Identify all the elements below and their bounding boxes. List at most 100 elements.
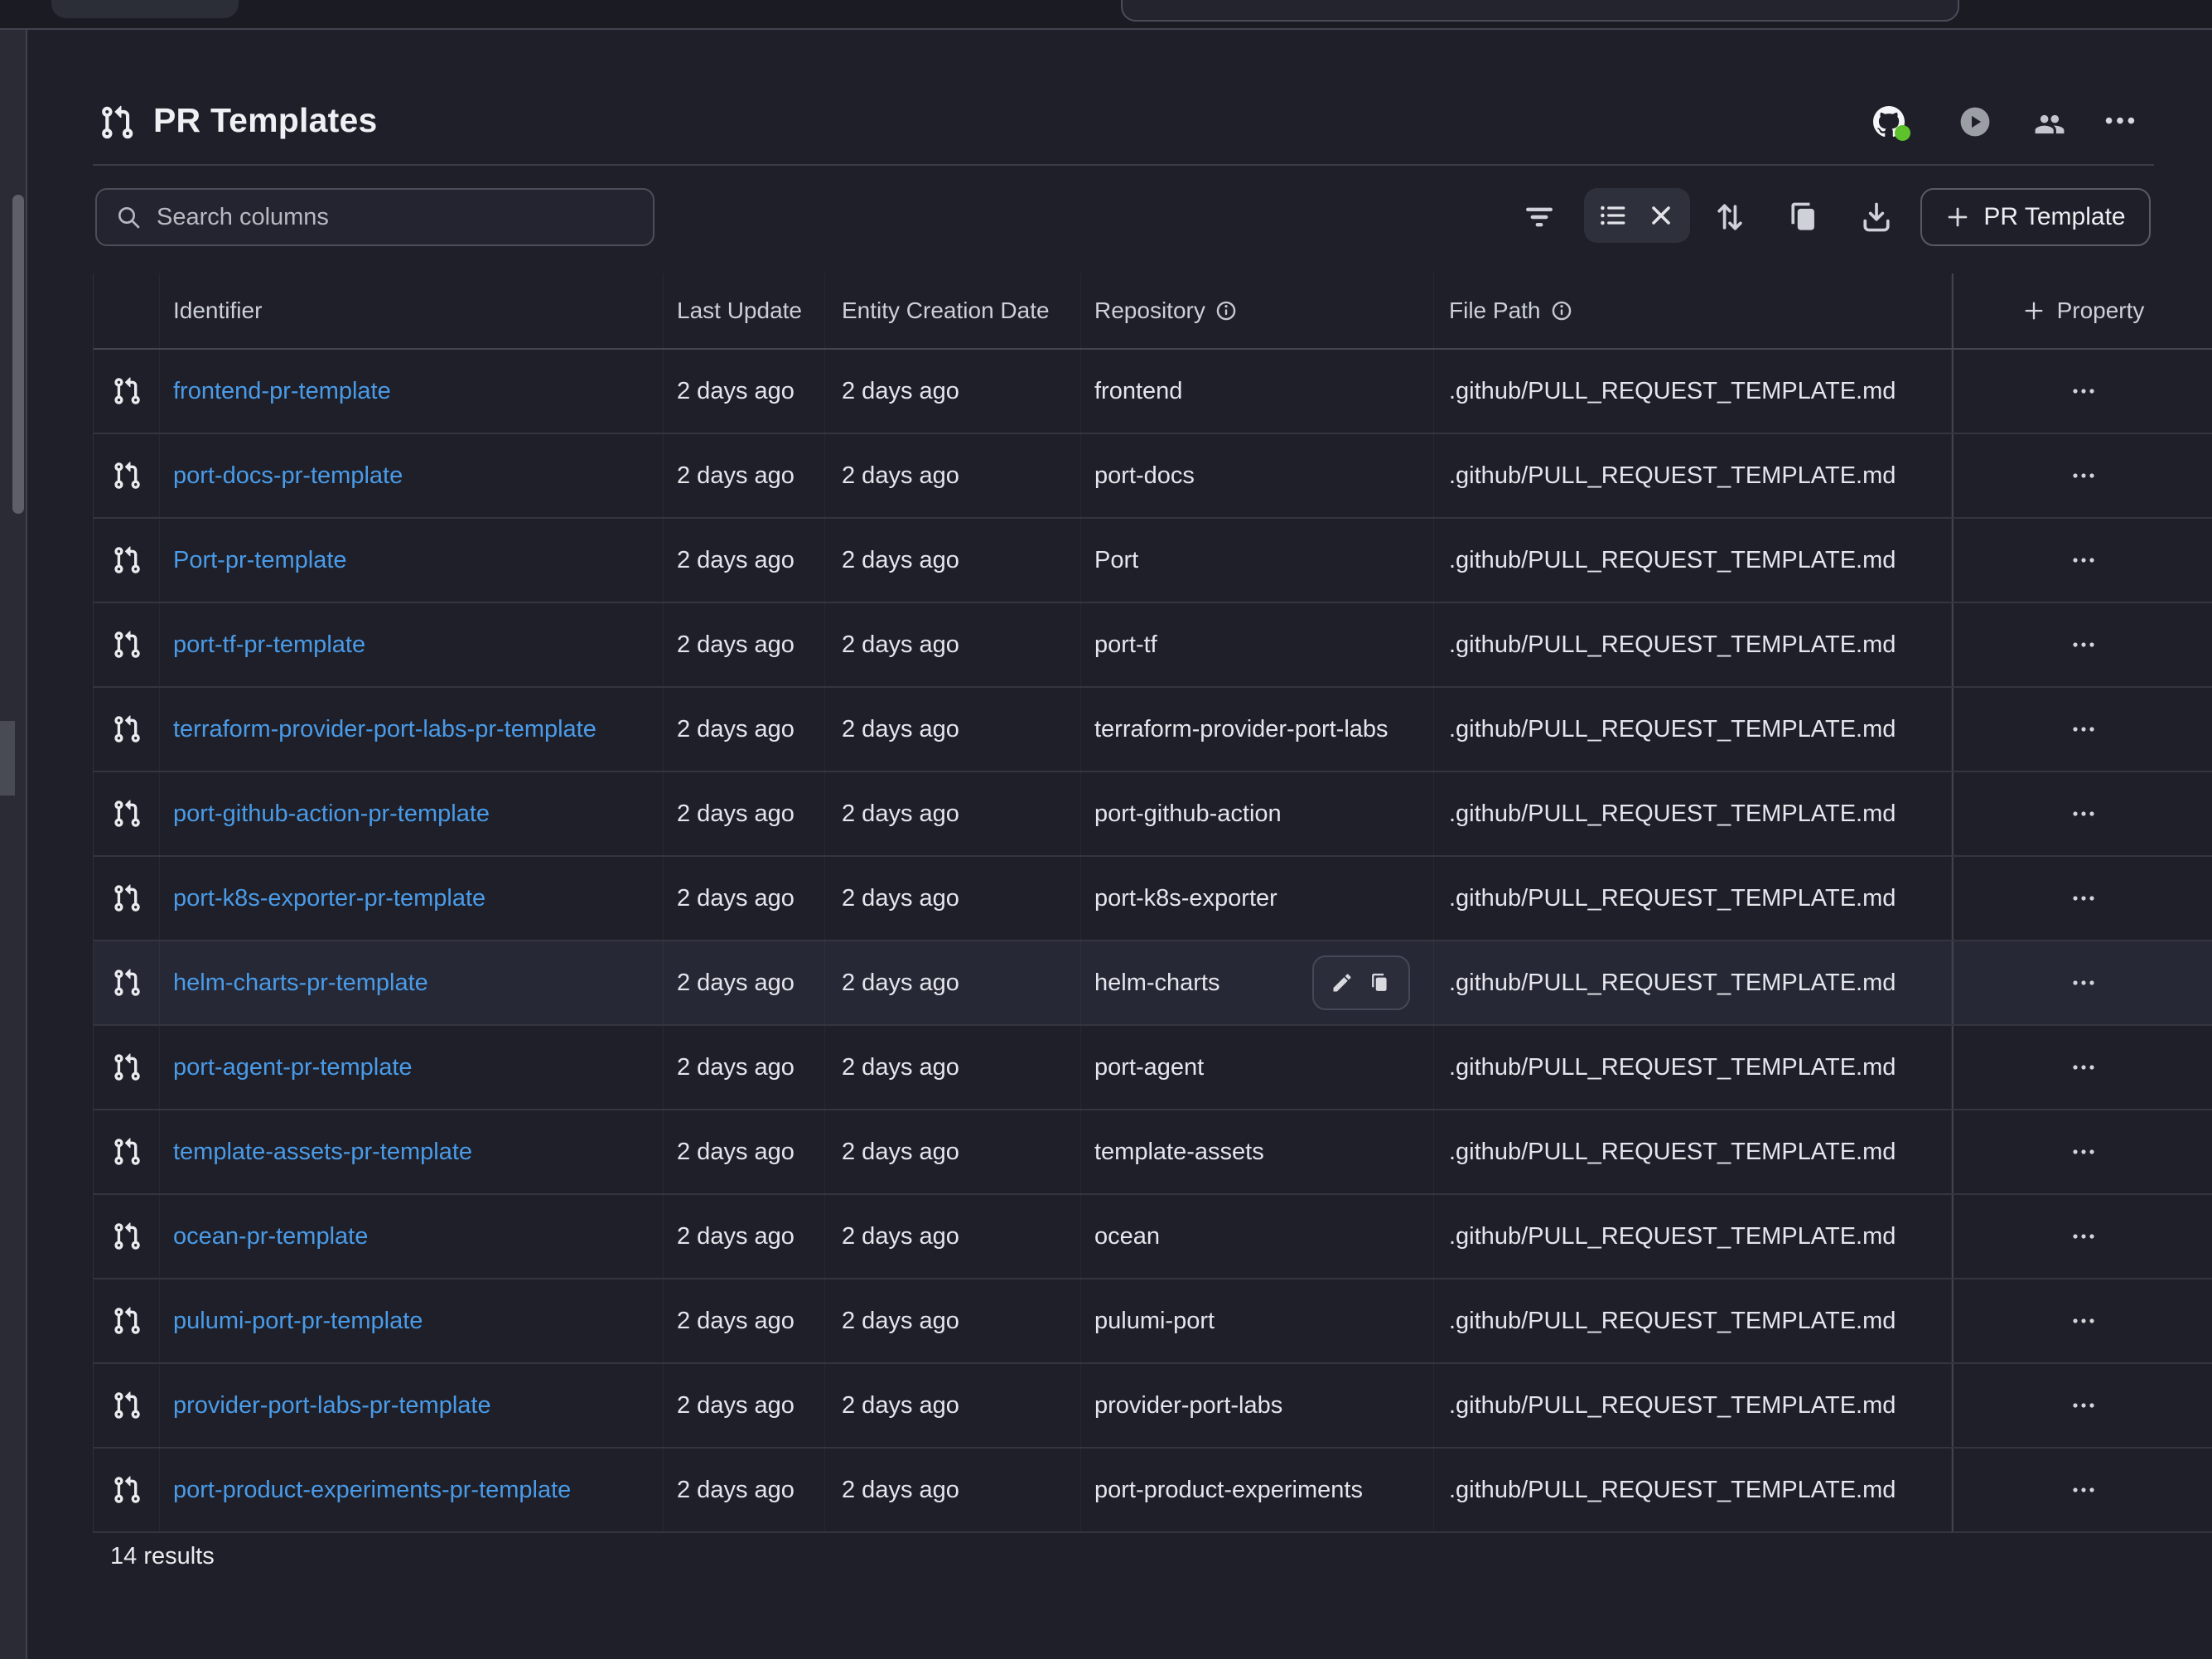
- row-hover-actions: [1312, 955, 1410, 1010]
- copy-icon[interactable]: [1369, 971, 1392, 994]
- sort-icon[interactable]: [1712, 199, 1748, 235]
- entity-creation-date-cell: 2 days ago: [825, 688, 1081, 771]
- top-bar: [0, 0, 2212, 30]
- pr-templates-table: Identifier Last Update Entity Creation D…: [93, 273, 2212, 1533]
- clear-group-by-icon[interactable]: [1646, 201, 1676, 230]
- identifier-link[interactable]: port-agent-pr-template: [173, 1054, 413, 1081]
- info-icon[interactable]: [1551, 300, 1572, 322]
- row-actions-icon[interactable]: [2070, 462, 2098, 490]
- pr-templates-panel: PR Templates PR Template: [27, 28, 2212, 1659]
- pull-request-icon: [112, 1306, 142, 1336]
- table-row[interactable]: port-k8s-exporter-pr-template 2 days ago…: [94, 857, 2212, 941]
- table-row[interactable]: ocean-pr-template 2 days ago 2 days ago …: [94, 1195, 2212, 1279]
- add-property-button[interactable]: Property: [1952, 273, 2212, 348]
- row-actions-icon[interactable]: [2070, 377, 2098, 405]
- last-update-cell: 2 days ago: [664, 350, 825, 433]
- pull-request-icon: [112, 1052, 142, 1082]
- row-actions-icon[interactable]: [2070, 1307, 2098, 1335]
- people-icon[interactable]: [2034, 109, 2065, 140]
- table-row[interactable]: helm-charts-pr-template 2 days ago 2 day…: [94, 941, 2212, 1026]
- table-row[interactable]: template-assets-pr-template 2 days ago 2…: [94, 1110, 2212, 1195]
- repository-cell: helm-charts: [1081, 941, 1434, 1024]
- entity-creation-date-cell: 2 days ago: [825, 1364, 1081, 1447]
- download-icon[interactable]: [1858, 199, 1895, 235]
- identifier-link[interactable]: port-product-experiments-pr-template: [173, 1477, 571, 1504]
- pull-request-icon: [112, 968, 142, 998]
- identifier-link[interactable]: template-assets-pr-template: [173, 1139, 472, 1166]
- group-by-pill: [1584, 188, 1690, 243]
- row-actions-icon[interactable]: [2070, 1391, 2098, 1420]
- more-options-icon[interactable]: [2104, 116, 2136, 129]
- last-update-cell: 2 days ago: [664, 857, 825, 940]
- row-actions-icon[interactable]: [2070, 884, 2098, 912]
- row-actions-icon[interactable]: [2070, 1138, 2098, 1166]
- identifier-link[interactable]: pulumi-port-pr-template: [173, 1308, 423, 1335]
- table-row[interactable]: Port-pr-template 2 days ago 2 days ago P…: [94, 519, 2212, 603]
- header-repository[interactable]: Repository: [1081, 273, 1434, 348]
- header-file-path[interactable]: File Path: [1434, 273, 1952, 348]
- search-columns-input[interactable]: [155, 203, 635, 232]
- filter-icon[interactable]: [1521, 199, 1558, 235]
- table-row[interactable]: port-tf-pr-template 2 days ago 2 days ag…: [94, 603, 2212, 688]
- identifier-link[interactable]: port-github-action-pr-template: [173, 800, 490, 828]
- group-by-list-icon[interactable]: [1598, 201, 1628, 230]
- entity-creation-date-cell: 2 days ago: [825, 1110, 1081, 1193]
- row-actions-icon[interactable]: [2070, 1476, 2098, 1504]
- copy-icon[interactable]: [1786, 199, 1823, 235]
- identifier-link[interactable]: frontend-pr-template: [173, 378, 391, 405]
- table-row[interactable]: provider-port-labs-pr-template 2 days ag…: [94, 1364, 2212, 1449]
- last-update-cell: 2 days ago: [664, 688, 825, 771]
- sidebar-item-edge[interactable]: [0, 721, 15, 796]
- table-row[interactable]: port-github-action-pr-template 2 days ag…: [94, 772, 2212, 857]
- plus-icon: [1945, 205, 1970, 230]
- header-last-update[interactable]: Last Update: [664, 273, 825, 348]
- edit-pencil-icon[interactable]: [1331, 971, 1354, 994]
- identifier-link[interactable]: port-k8s-exporter-pr-template: [173, 885, 485, 912]
- identifier-link[interactable]: helm-charts-pr-template: [173, 970, 428, 997]
- identifier-link[interactable]: provider-port-labs-pr-template: [173, 1392, 491, 1420]
- pull-request-icon: [112, 376, 142, 406]
- play-circle-icon[interactable]: [1959, 106, 1991, 138]
- identifier-link[interactable]: ocean-pr-template: [173, 1223, 368, 1250]
- plus-icon: [2022, 299, 2045, 322]
- row-actions-icon[interactable]: [2070, 969, 2098, 997]
- topbar-button[interactable]: [51, 0, 239, 18]
- repository-cell: port-product-experiments: [1081, 1449, 1434, 1531]
- table-row[interactable]: frontend-pr-template 2 days ago 2 days a…: [94, 350, 2212, 434]
- entity-creation-date-cell: 2 days ago: [825, 857, 1081, 940]
- file-path-cell: .github/PULL_REQUEST_TEMPLATE.md: [1434, 688, 1952, 771]
- repository-cell: template-assets: [1081, 1110, 1434, 1193]
- identifier-link[interactable]: terraform-provider-port-labs-pr-template: [173, 716, 596, 743]
- table-row[interactable]: pulumi-port-pr-template 2 days ago 2 day…: [94, 1279, 2212, 1364]
- table-row[interactable]: port-agent-pr-template 2 days ago 2 days…: [94, 1026, 2212, 1110]
- info-icon[interactable]: [1215, 300, 1237, 322]
- repository-cell: frontend: [1081, 350, 1434, 433]
- row-actions-icon[interactable]: [2070, 715, 2098, 743]
- file-path-cell: .github/PULL_REQUEST_TEMPLATE.md: [1434, 1026, 1952, 1109]
- header-entity-creation-date[interactable]: Entity Creation Date: [825, 273, 1081, 348]
- row-actions-icon[interactable]: [2070, 800, 2098, 828]
- entity-creation-date-cell: 2 days ago: [825, 772, 1081, 855]
- table-row[interactable]: port-docs-pr-template 2 days ago 2 days …: [94, 434, 2212, 519]
- identifier-link[interactable]: Port-pr-template: [173, 547, 347, 574]
- github-icon[interactable]: [1873, 106, 1905, 138]
- row-actions-icon[interactable]: [2070, 1053, 2098, 1081]
- vertical-scrollbar[interactable]: [12, 195, 24, 514]
- table-row[interactable]: terraform-provider-port-labs-pr-template…: [94, 688, 2212, 772]
- header-identifier[interactable]: Identifier: [160, 273, 664, 348]
- file-path-cell: .github/PULL_REQUEST_TEMPLATE.md: [1434, 1110, 1952, 1193]
- pull-request-icon: [112, 1137, 142, 1167]
- row-actions-icon[interactable]: [2070, 631, 2098, 659]
- file-path-cell: .github/PULL_REQUEST_TEMPLATE.md: [1434, 603, 1952, 686]
- identifier-link[interactable]: port-docs-pr-template: [173, 462, 403, 490]
- row-actions-icon[interactable]: [2070, 1222, 2098, 1250]
- repository-cell: port-github-action: [1081, 772, 1434, 855]
- global-search-bar[interactable]: [1121, 0, 1959, 22]
- table-body: frontend-pr-template 2 days ago 2 days a…: [94, 350, 2212, 1533]
- identifier-link[interactable]: port-tf-pr-template: [173, 631, 365, 659]
- repository-cell: port-agent: [1081, 1026, 1434, 1109]
- row-actions-icon[interactable]: [2070, 546, 2098, 574]
- last-update-cell: 2 days ago: [664, 1449, 825, 1531]
- add-pr-template-button[interactable]: PR Template: [1920, 188, 2151, 246]
- table-row[interactable]: port-product-experiments-pr-template 2 d…: [94, 1449, 2212, 1533]
